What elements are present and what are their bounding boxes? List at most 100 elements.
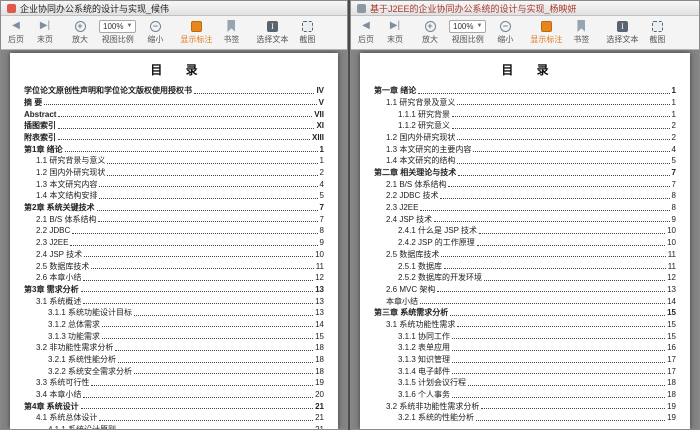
toc-entry[interactable]: 第三章 系统需求分析15: [374, 307, 676, 319]
toc-entry[interactable]: 3.2.1 系统性能分析18: [24, 354, 324, 366]
toc-entry[interactable]: 2.2 JDBC8: [24, 225, 324, 237]
toolbar: ◀ 后页 ▶| 末页 + 放大 100% ▼ 视图比例: [351, 16, 699, 50]
toc-entry-label: 第4章 系统设计: [24, 401, 79, 413]
show-annotations-button[interactable]: 显示标注: [180, 19, 212, 45]
toc-entry-label: 本章小结: [386, 296, 418, 308]
toc-entry[interactable]: 1.3 本文研究的主要内容4: [374, 143, 676, 155]
toc-entry[interactable]: 2.4.2 JSP 的工作原理10: [374, 237, 676, 249]
toc-entry[interactable]: 第二章 相关理论与技术7: [374, 167, 676, 179]
toc-entry[interactable]: 3.2.1 系统的性能分析19: [374, 412, 676, 424]
toc-entry[interactable]: 第1章 绪论1: [24, 143, 324, 155]
toc-entry[interactable]: 2.5.1 数据库11: [374, 260, 676, 272]
toc-entry[interactable]: 1.1 研究背景与意义1: [24, 155, 324, 167]
toc-entry[interactable]: 3.1.2 总体需求14: [24, 319, 324, 331]
toc-entry[interactable]: 3.1 系统功能性需求15: [374, 319, 676, 331]
titlebar: 基于J2EE的企业协同办公系统的设计与实现_杨映妍: [351, 1, 699, 16]
toc-entry[interactable]: 2.3 J2EE8: [374, 202, 676, 214]
toc-entry[interactable]: 3.3 系统可行性19: [24, 377, 324, 389]
toc-entry[interactable]: 1.4 本文研究的结构5: [374, 155, 676, 167]
toc-entry[interactable]: 3.1.5 计划会议行程18: [374, 377, 676, 389]
prev-page-button[interactable]: ◀ 后页: [356, 19, 376, 45]
toc-entry[interactable]: 2.6 MVC 架构13: [374, 284, 676, 296]
toc-entry-page: VII: [314, 109, 324, 121]
prev-page-button[interactable]: ◀ 后页: [6, 19, 26, 45]
toc-leader: [118, 362, 313, 363]
toc-entry[interactable]: 摘 要V: [24, 97, 324, 109]
zoom-select[interactable]: 100% ▼: [449, 20, 486, 33]
toc-entry[interactable]: 本章小结14: [374, 295, 676, 307]
zoom-select[interactable]: 100% ▼: [99, 20, 136, 33]
last-page-button[interactable]: ▶| 末页: [385, 19, 405, 45]
select-text-button[interactable]: I 选择文本: [256, 19, 288, 45]
toc-entry[interactable]: 3.1 系统概述13: [24, 295, 324, 307]
toc-entry-page: 19: [315, 377, 324, 389]
document-area[interactable]: 目 录 学位论文原创性声明和学位论文版权使用授权书IV摘 要VAbstractV…: [1, 50, 347, 429]
zoom-in-label: 放大: [422, 34, 438, 45]
last-page-button[interactable]: ▶| 末页: [35, 19, 55, 45]
toc-entry-page: 8: [672, 190, 676, 202]
toc-entry-label: 第3章 需求分析: [24, 284, 79, 296]
toc-entry[interactable]: 插图索引XI: [24, 120, 324, 132]
toc-leader: [452, 397, 665, 398]
toc-entry[interactable]: 2.6 本章小结12: [24, 272, 324, 284]
toc-entry[interactable]: 第4章 系统设计21: [24, 401, 324, 413]
toc-entry-page: 19: [667, 412, 676, 424]
toc-entry[interactable]: 3.1.3 知识管理17: [374, 354, 676, 366]
screenshot-button[interactable]: 截图: [297, 19, 317, 45]
toc-entry[interactable]: 2.1 B/S 体系结构7: [24, 214, 324, 226]
zoom-in-button[interactable]: + 放大: [70, 19, 90, 45]
toc-entry[interactable]: 1.1.1 研究背景1: [374, 108, 676, 120]
pdf-page: 目 录 学位论文原创性声明和学位论文版权使用授权书IV摘 要VAbstractV…: [10, 53, 338, 429]
toc-entry[interactable]: 学位论文原创性声明和学位论文版权使用授权书IV: [24, 85, 324, 97]
toc-entry[interactable]: 3.2 系统非功能性需求分析19: [374, 401, 676, 413]
bookmark-button[interactable]: 书签: [571, 19, 591, 45]
toc-entry[interactable]: 1.2 国内外研究现状2: [374, 132, 676, 144]
toc-entry[interactable]: 2.1 B/S 体系结构7: [374, 179, 676, 191]
toc-entry[interactable]: 3.4 本章小结20: [24, 389, 324, 401]
toc-entry[interactable]: 3.1.1 协同工作15: [374, 330, 676, 342]
toc-entry[interactable]: 3.1.3 功能需求15: [24, 330, 324, 342]
toc-entry[interactable]: 1.3 本文研究内容4: [24, 179, 324, 191]
bookmark-button[interactable]: 书签: [221, 19, 241, 45]
toc-entry[interactable]: 2.5 数据库技术11: [374, 249, 676, 261]
toc-entry[interactable]: 2.2 JDBC 技术8: [374, 190, 676, 202]
document-area[interactable]: 目 录 第一章 绪论11.1 研究背景及意义11.1.1 研究背景11.1.2 …: [351, 50, 699, 429]
toc-entry[interactable]: 3.2 非功能性需求分析18: [24, 342, 324, 354]
toc-entry[interactable]: 2.4 JSP 技术9: [374, 214, 676, 226]
zoom-out-button[interactable]: − 缩小: [145, 19, 165, 45]
toc-entry[interactable]: 第3章 需求分析13: [24, 284, 324, 296]
toc-entry[interactable]: 1.4 本文结构安排5: [24, 190, 324, 202]
toc-entry[interactable]: 3.1.4 电子邮件17: [374, 366, 676, 378]
app-icon: [7, 4, 16, 13]
toc-entry[interactable]: 3.1.6 个人事务18: [374, 389, 676, 401]
zoom-out-button[interactable]: − 缩小: [495, 19, 515, 45]
show-annotations-button[interactable]: 显示标注: [530, 19, 562, 45]
toc-entry[interactable]: 1.1 研究背景及意义1: [374, 97, 676, 109]
toc-entry[interactable]: 2.5 数据库技术11: [24, 260, 324, 272]
toc-entry[interactable]: 2.5.2 数据库的开发环境12: [374, 272, 676, 284]
toc-entry[interactable]: 3.1.2 表单应用16: [374, 342, 676, 354]
toc-entry[interactable]: 第2章 系统关键技术7: [24, 202, 324, 214]
screenshot-button[interactable]: 截图: [647, 19, 667, 45]
toc-entry[interactable]: 4.1 系统总体设计21: [24, 412, 324, 424]
toc-entry[interactable]: 1.2 国内外研究现状2: [24, 167, 324, 179]
toc-entry[interactable]: 第一章 绪论1: [374, 85, 676, 97]
zoom-in-button[interactable]: + 放大: [420, 19, 440, 45]
toc-entry[interactable]: 4.1.1 系统设计原则21: [24, 424, 324, 429]
toc-entry[interactable]: 2.4 JSP 技术10: [24, 249, 324, 261]
select-text-button[interactable]: I 选择文本: [606, 19, 638, 45]
toc-entry[interactable]: 3.2.2 系统安全需求分析18: [24, 366, 324, 378]
toc-entry-label: 第一章 绪论: [374, 85, 416, 97]
toc-entry-page: 13: [315, 296, 324, 308]
toc-entry[interactable]: 附表索引XIII: [24, 132, 324, 144]
toc-entry[interactable]: 1.1.2 研究意义2: [374, 120, 676, 132]
toc-entry[interactable]: AbstractVII: [24, 108, 324, 120]
toc-leader: [452, 350, 665, 351]
toc-entry-label: 3.1.3 知识管理: [398, 354, 450, 366]
toc-entry[interactable]: 2.3 J2EE9: [24, 237, 324, 249]
toc-entry-page: 10: [315, 249, 324, 261]
toc-entry[interactable]: 3.1.1 系统功能设计目标13: [24, 307, 324, 319]
toc-entry-label: 1.2 国内外研究现状: [386, 132, 455, 144]
toc-entry[interactable]: 2.4.1 什么是 JSP 技术10: [374, 225, 676, 237]
toc-entry-label: 1.4 本文结构安排: [36, 190, 97, 202]
